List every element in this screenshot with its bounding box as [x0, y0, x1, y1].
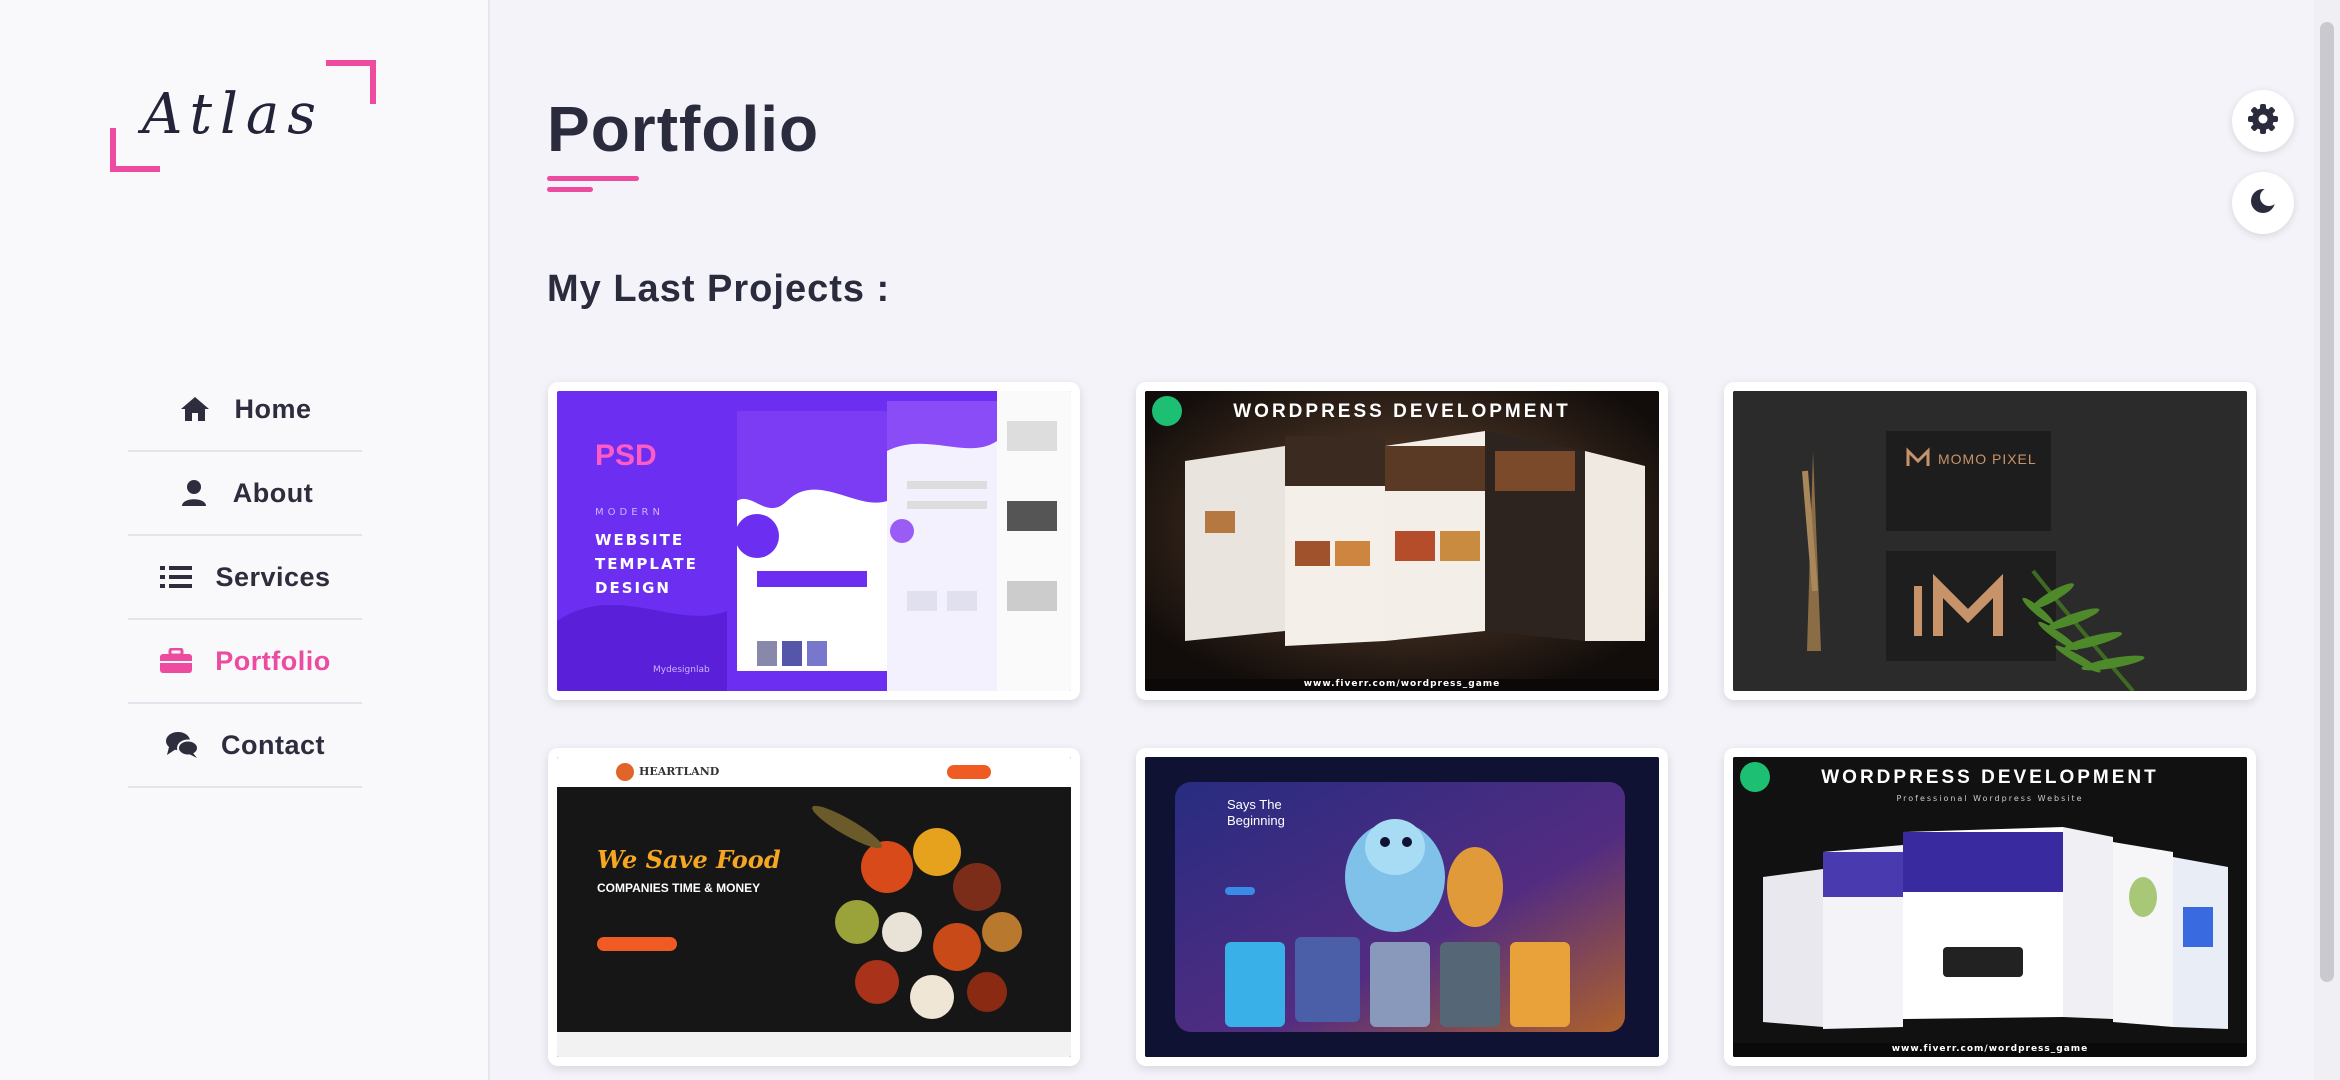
- user-icon: [177, 478, 211, 508]
- project-card-psd[interactable]: PSD MODERN WEBSITE TEMPLATE DESIGN Mydes…: [548, 382, 1080, 700]
- momo-pixel-heading: MOMO PIXEL: [1938, 451, 2037, 467]
- wordpress-pro-sub: Professional Wordpress Website: [1896, 794, 2084, 803]
- project-card-wordpress-pro[interactable]: WORDPRESS DEVELOPMENT Professional Wordp…: [1724, 748, 2256, 1066]
- theme-toggle-button[interactable]: [2232, 172, 2294, 234]
- project-thumbnail: MOMO PIXEL: [1733, 391, 2247, 691]
- nav-label: Contact: [221, 729, 325, 760]
- nav-item-contact[interactable]: Contact: [128, 704, 362, 788]
- psd-line: TEMPLATE: [595, 555, 698, 573]
- heartland-sub: COMPANIES TIME & MONEY: [597, 881, 761, 895]
- project-thumbnail: WORDPRESS DEVELOPMENT Professional Wordp…: [1733, 757, 2247, 1057]
- sidebar-nav: Home About Services Portfolio Contact: [128, 368, 362, 788]
- wordpress-url: www.fiverr.com/wordpress_game: [1303, 679, 1501, 689]
- game-ui-headline: Says The Beginning: [1227, 797, 1285, 828]
- wordpress-pro-url: www.fiverr.com/wordpress_game: [1891, 1044, 2089, 1054]
- project-thumbnail: HEARTLAND We Save Food COMPANIES TIME & …: [557, 757, 1071, 1057]
- psd-line: MODERN: [595, 507, 664, 518]
- home-icon: [178, 394, 212, 424]
- logo[interactable]: Atlas: [110, 60, 380, 172]
- project-card-heartland[interactable]: HEARTLAND We Save Food COMPANIES TIME & …: [548, 748, 1080, 1066]
- nav-item-services[interactable]: Services: [128, 536, 362, 620]
- project-thumbnail: PSD MODERN WEBSITE TEMPLATE DESIGN Mydes…: [557, 391, 1071, 691]
- section-subtitle: My Last Projects :: [547, 268, 891, 310]
- nav-item-portfolio[interactable]: Portfolio: [128, 620, 362, 704]
- page-title: Portfolio: [547, 93, 820, 165]
- logo-text: Atlas: [142, 82, 324, 147]
- settings-button[interactable]: [2232, 90, 2294, 152]
- nav-label: About: [232, 477, 314, 508]
- project-card-momo-pixel[interactable]: MOMO PIXEL: [1724, 382, 2256, 700]
- wordpress-pro-heading: WORDPRESS DEVELOPMENT: [1821, 767, 2159, 788]
- project-thumbnail: WORDPRESS DEVELOPMENT www.fiverr.com/wor…: [1145, 391, 1659, 691]
- psd-footer: Mydesignlab: [653, 665, 710, 675]
- sidebar: Atlas Home About Services Portfolio Cont…: [0, 0, 490, 1080]
- project-thumbnail: Says The Beginning: [1145, 757, 1659, 1057]
- nav-label: Portfolio: [215, 645, 331, 676]
- nav-item-about[interactable]: About: [128, 452, 362, 536]
- title-underline: [547, 176, 639, 192]
- nav-label: Home: [234, 393, 312, 424]
- page-scrollbar[interactable]: [2314, 0, 2340, 1080]
- psd-line: DESIGN: [595, 579, 671, 597]
- gear-icon: [2247, 103, 2279, 139]
- project-card-wordpress[interactable]: WORDPRESS DEVELOPMENT www.fiverr.com/wor…: [1136, 382, 1668, 700]
- list-icon: [159, 562, 193, 592]
- briefcase-icon: [159, 646, 193, 676]
- project-card-game-ui[interactable]: Says The Beginning: [1136, 748, 1668, 1066]
- psd-heading: PSD: [595, 439, 657, 472]
- logo-bracket-top: [326, 60, 376, 104]
- comments-icon: [165, 730, 199, 760]
- nav-item-home[interactable]: Home: [128, 368, 362, 452]
- heartland-brand: HEARTLAND: [639, 765, 720, 778]
- scrollbar-thumb[interactable]: [2320, 22, 2334, 982]
- psd-line: WEBSITE: [595, 531, 685, 549]
- wordpress-heading: WORDPRESS DEVELOPMENT: [1233, 401, 1571, 422]
- heartland-headline: We Save Food: [597, 845, 781, 874]
- moon-icon: [2248, 186, 2278, 220]
- nav-label: Services: [215, 561, 331, 592]
